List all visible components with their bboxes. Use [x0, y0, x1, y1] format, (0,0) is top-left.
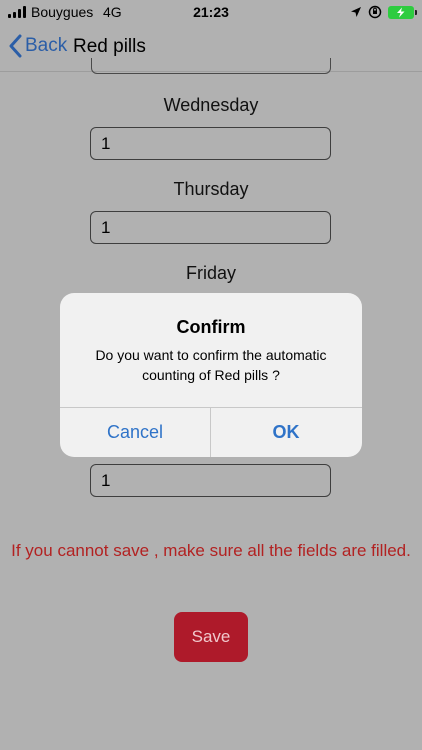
chevron-left-icon: [9, 34, 22, 58]
dialog-title: Confirm: [176, 317, 246, 337]
friday-label: Friday: [185, 263, 236, 283]
dialog-message: Do you want to confirm the automatic cou…: [95, 347, 327, 383]
battery-charging-icon: [388, 5, 417, 19]
thursday-input-field[interactable]: 1: [90, 211, 331, 244]
sunday-input-field[interactable]: 1: [90, 464, 331, 497]
ok-button[interactable]: OK: [211, 408, 361, 457]
confirm-dialog: Confirm Do you want to confirm the autom…: [60, 293, 362, 457]
save-button[interactable]: Save: [174, 612, 248, 662]
cancel-button[interactable]: Cancel: [60, 408, 210, 457]
wednesday-input-field[interactable]: 1: [90, 127, 331, 160]
location-arrow-icon: [351, 7, 361, 17]
page-title: Red pills: [73, 36, 146, 57]
tuesday-input-field[interactable]: [91, 58, 331, 74]
orientation-lock-icon: [368, 5, 382, 19]
warning-message: If you cannot save , make sure all the f…: [11, 541, 411, 560]
thursday-label: Thursday: [173, 179, 249, 199]
status-bar: Bouygues 4G 21:23: [0, 0, 422, 24]
back-button[interactable]: Back: [8, 34, 67, 58]
back-label: Back: [25, 35, 68, 56]
wednesday-label: Wednesday: [163, 95, 259, 115]
